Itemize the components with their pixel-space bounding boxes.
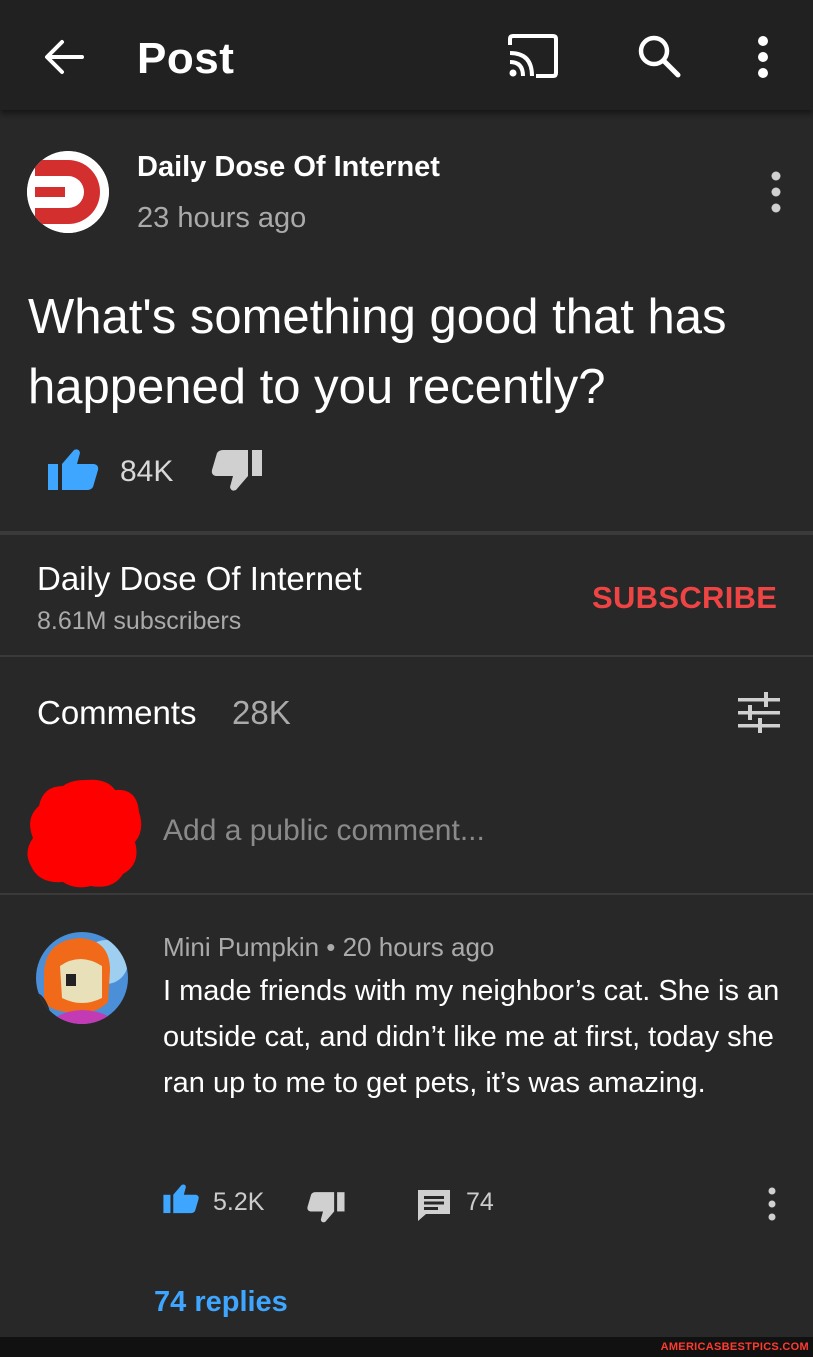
comments-title: Comments xyxy=(37,694,197,731)
more-vertical-icon[interactable] xyxy=(752,35,774,79)
top-app-bar: Post xyxy=(0,0,813,110)
comment-like-count: 5.2K xyxy=(213,1188,265,1216)
search-icon[interactable] xyxy=(636,33,682,79)
subscriber-count: 8.61M subscribers xyxy=(37,607,242,635)
channel-name[interactable]: Daily Dose Of Internet xyxy=(37,560,362,598)
comment-thumbs-up-icon[interactable] xyxy=(162,1183,200,1215)
thumbs-down-icon[interactable] xyxy=(210,448,264,492)
post-channel-name[interactable]: Daily Dose Of Internet xyxy=(137,151,440,184)
commenter-avatar[interactable] xyxy=(36,932,128,1024)
post-like-count: 84K xyxy=(120,455,174,488)
arrow-left-icon[interactable] xyxy=(40,34,86,80)
comment-reply-count: 74 xyxy=(466,1188,494,1216)
post-more-icon[interactable] xyxy=(766,170,786,214)
divider xyxy=(0,893,813,895)
watermark: AMERICASBESTPICS.COM xyxy=(660,1341,809,1353)
divider xyxy=(0,531,813,535)
comment-author-meta: Mini Pumpkin • 20 hours ago xyxy=(163,932,495,962)
comment-text: I made friends with my neighbor’s cat. S… xyxy=(163,975,780,1099)
add-comment-input[interactable]: Add a public comment... xyxy=(163,814,485,848)
page-title: Post xyxy=(137,34,235,83)
post-timestamp: 23 hours ago xyxy=(137,202,307,234)
channel-logo[interactable] xyxy=(27,151,109,233)
thumbs-up-icon[interactable] xyxy=(46,448,100,492)
user-avatar xyxy=(27,779,142,888)
post-text: What's something good that has happened … xyxy=(28,290,727,414)
divider xyxy=(0,655,813,657)
subscribe-button[interactable]: SUBSCRIBE xyxy=(592,580,777,616)
comments-count: 28K xyxy=(232,694,291,731)
comment-more-icon[interactable] xyxy=(764,1186,780,1222)
view-replies-link[interactable]: 74 replies xyxy=(154,1286,288,1319)
sort-filter-icon[interactable] xyxy=(736,692,782,734)
reply-icon[interactable] xyxy=(416,1188,452,1222)
comment-thumbs-down-icon[interactable] xyxy=(306,1190,346,1224)
cast-icon[interactable] xyxy=(506,33,560,79)
